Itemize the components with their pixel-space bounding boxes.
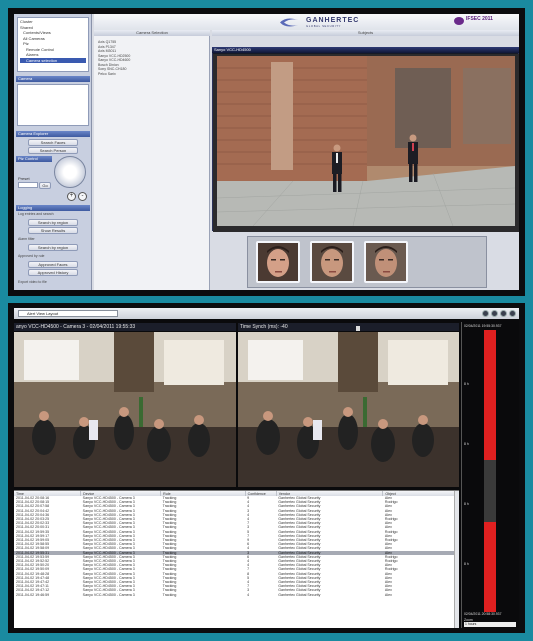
preset-input[interactable] — [18, 182, 38, 188]
event-grid[interactable]: Time Device Rule Confidence Vendor Objec… — [14, 490, 459, 628]
approved-faces-button[interactable]: Approved Faces — [28, 261, 78, 268]
search-faces-button[interactable]: Search Faces — [28, 139, 78, 146]
search-person-button[interactable]: Search Person — [28, 147, 78, 154]
ptz-joystick[interactable] — [54, 156, 86, 188]
main-video-panel[interactable] — [212, 47, 519, 232]
toolbar-button-icon[interactable] — [491, 310, 498, 317]
preset-go-button[interactable]: Go — [39, 182, 51, 189]
camera-list-item[interactable]: Sanyo VCC-HD4600 — [98, 58, 130, 63]
timeline-bar-dark[interactable] — [484, 460, 496, 522]
camera-selection-header: Camera Selection — [94, 30, 210, 36]
camera-list-item[interactable]: Sony SNC-CH180 — [98, 67, 130, 72]
tree-view[interactable]: Cluster Shared Contents/Views All Camera… — [17, 17, 89, 72]
camera-panel-header: Camera — [16, 76, 90, 82]
cell-rule: Tracking — [162, 592, 177, 597]
camera-explorer-header: Camera Explorer — [16, 131, 90, 137]
toolbar-button-icon[interactable] — [482, 310, 489, 317]
approved-history-button[interactable]: Approved History — [28, 269, 78, 276]
camera-title: anyo VCC-HD4500 - Camera 3 - 02/04/2011 … — [14, 323, 236, 331]
table-row[interactable]: 2011-04-02 19:46:59 Sanyo VCC-HD4500 - Ca… — [14, 593, 459, 597]
face-thumbnail[interactable] — [364, 241, 408, 283]
toolbar-button-icon[interactable] — [509, 310, 516, 317]
bottom-monitor: Alert View Layout anyo VCC-HD4500 - Came… — [8, 303, 525, 633]
face-thumbnail[interactable] — [310, 241, 354, 283]
time-sync-label: Time Synch (ms): -40 — [238, 323, 459, 331]
brand-logo: GANHERTEC — [306, 17, 360, 24]
logging-search-button[interactable]: Search by region — [28, 219, 78, 226]
timeline-start-label: 02/04/2011 19:55:30.937 — [464, 324, 502, 328]
camera-list: Axis Q1755 Axis P1347 Axis M3011 Sanyo V… — [98, 40, 130, 76]
video-title: Sanyo VCC-HD4500 — [212, 47, 519, 53]
cell-vendor: Ganhertec Global Security — [278, 592, 321, 597]
footer-text: Export video to file — [18, 280, 47, 284]
logging-text: Log entries and search — [18, 212, 54, 216]
face-thumbnail-image-icon — [258, 243, 298, 281]
face-thumbnail[interactable] — [256, 241, 300, 283]
zoom-in-button[interactable]: + — [67, 192, 76, 201]
timeline-tick: 8 h — [464, 382, 469, 386]
ifsec-logo-icon — [454, 17, 464, 25]
zoom-select[interactable]: 1 hours — [464, 622, 516, 627]
logging-results-button[interactable]: Show Results — [28, 227, 78, 234]
zoom-out-button[interactable]: - — [78, 192, 87, 201]
top-monitor: Cluster Shared Contents/Views All Camera… — [8, 8, 525, 296]
cell-object: Alex — [384, 592, 392, 597]
tree-item-selected[interactable]: Camera selection — [20, 57, 86, 63]
ptz-header: Ptz Control — [16, 156, 52, 162]
grid-scrollbar[interactable] — [454, 491, 459, 628]
toolbar-button-icon[interactable] — [500, 310, 507, 317]
timeline-panel[interactable]: 02/04/2011 19:55:30.937 8 h 8 h 8 h 8 h … — [461, 322, 519, 628]
layout-select[interactable]: Alert View Layout — [18, 310, 118, 317]
cafe-video-frame — [238, 332, 459, 487]
top-screen: Cluster Shared Contents/Views All Camera… — [14, 14, 519, 290]
ptz-preset-label: Preset — [18, 176, 30, 181]
timeline-bar-red[interactable] — [484, 330, 496, 460]
brand-tagline: GLOBAL SECURITY — [306, 24, 342, 28]
video-feed-right[interactable] — [238, 332, 459, 487]
timeline-tick: 8 h — [464, 442, 469, 446]
cafe-video-frame — [14, 332, 236, 487]
cell-confidence: 4 — [247, 592, 250, 597]
top-toolbar: Alert View Layout — [14, 308, 519, 319]
video-feed-left[interactable] — [14, 332, 236, 487]
face-thumbnail-image-icon — [312, 243, 352, 281]
cell-device: Sanyo VCC-HD4500 - Camera 3 — [82, 592, 135, 597]
camera-list-item[interactable]: Pelco Sarix — [98, 72, 130, 77]
timeline-bar-red[interactable] — [484, 522, 496, 612]
timeline-tick: 8 h — [464, 502, 469, 506]
bottom-screen: Alert View Layout anyo VCC-HD4500 - Came… — [14, 308, 519, 628]
surveillance-video-frame — [213, 54, 519, 232]
left-sidebar: Cluster Shared Contents/Views All Camera… — [14, 14, 92, 290]
approved-label: Approved by rule — [18, 254, 45, 258]
timeline-end-label: 02/04/2011 20:58:30.937 — [464, 612, 502, 616]
event-rows: 2011-04-02 20:08:16 Sanyo VCC-HD4500 - Ca… — [14, 496, 459, 597]
cell-time: 2011-04-02 19:46:59 — [16, 592, 50, 597]
alarm-search-button[interactable]: Search by region — [28, 244, 78, 251]
face-thumbnail-image-icon — [366, 243, 406, 281]
alarm-filter-label: Alarm filter — [18, 237, 35, 241]
ifsec-badge: IFSEC 2011 — [466, 16, 493, 22]
subjects-header: Subjects — [212, 30, 519, 36]
camera-box — [17, 84, 89, 126]
event-table: Time Device Rule Confidence Vendor Objec… — [14, 491, 459, 597]
logging-header: Logging — [16, 205, 90, 211]
faces-panel — [247, 236, 487, 288]
time-sync-slider[interactable] — [356, 326, 360, 331]
timeline-tick: 8 h — [464, 562, 469, 566]
